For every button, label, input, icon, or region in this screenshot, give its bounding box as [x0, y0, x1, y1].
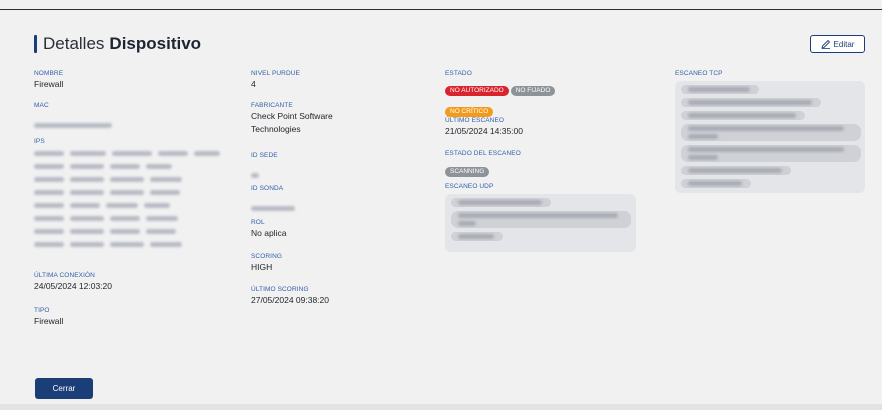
scoring-label: SCORING — [251, 253, 283, 260]
rol-value: No aplica — [251, 228, 287, 238]
title-accent-bar — [34, 35, 37, 53]
fabricante-value-line1: Check Point Software — [251, 111, 333, 121]
field-tipo: TIPO Firewall — [34, 307, 63, 326]
tcp-port-chip — [681, 179, 751, 188]
field-id-sonda: ID SONDA — [251, 185, 295, 216]
fabricante-value-line2: Technologies — [251, 124, 301, 134]
tcp-port-chip — [681, 111, 805, 120]
title-bold: Dispositivo — [109, 34, 202, 53]
close-button[interactable]: Cerrar — [35, 378, 93, 399]
ultimo-escaneo-value: 21/05/2024 14:35:00 — [445, 126, 523, 136]
tcp-port-chip — [681, 85, 759, 94]
ultimo-scoring-label: ÚLTIMO SCORING — [251, 286, 309, 293]
field-ips: IPs — [34, 138, 45, 145]
escaneo-tcp-label: ESCANEO TCP — [675, 70, 723, 77]
tcp-port-chip — [681, 124, 861, 141]
field-rol: ROL No aplica — [251, 219, 286, 238]
udp-port-chip — [451, 198, 551, 207]
id-sonda-value-redacted — [251, 198, 295, 216]
mac-label: MAC — [34, 102, 49, 109]
tipo-value: Firewall — [34, 316, 64, 326]
ultima-conexion-value: 24/05/2024 12:03:20 — [34, 281, 112, 291]
status-badge-no-autorizado: NO AUTORIZADO — [445, 86, 509, 96]
scoring-value: HIGH — [251, 262, 273, 272]
scan-status-badge: SCANNING — [445, 167, 490, 177]
ips-label: IPs — [34, 138, 45, 145]
udp-port-chip — [451, 211, 631, 228]
field-escaneo-udp: ESCANEO UDP — [445, 183, 493, 190]
tcp-port-chip — [681, 145, 861, 162]
field-ultimo-scoring: ÚLTIMO SCORING 27/05/2024 09:38:20 — [251, 286, 329, 305]
id-sonda-label: ID SONDA — [251, 185, 284, 192]
tcp-port-chip — [681, 166, 791, 175]
tcp-scan-list — [675, 81, 865, 193]
escaneo-udp-label: ESCANEO UDP — [445, 183, 494, 190]
ultimo-scoring-value: 27/05/2024 09:38:20 — [251, 295, 329, 305]
title-light: Detalles — [43, 34, 105, 53]
field-nivel-purdue: NIVEL PURDUE 4 — [251, 70, 300, 89]
bottom-divider — [0, 404, 882, 410]
nombre-label: NOMBRE — [34, 70, 64, 77]
top-divider — [0, 9, 882, 10]
field-nombre: NOMBRE Firewall — [34, 70, 63, 89]
status-badge-no-fijado: NO FIJADO — [510, 86, 556, 96]
ultimo-escaneo-label: ÚLTIMO ESCANEO — [445, 117, 505, 124]
id-sede-value-redacted — [251, 165, 278, 183]
udp-port-chip — [451, 232, 503, 241]
ultima-conexion-label: ÚLTIMA CONEXIÓN — [34, 272, 95, 279]
estado-escaneo-label: ESTADO DEL ESCANEO — [445, 150, 521, 157]
field-ultima-conexion: ÚLTIMA CONEXIÓN 24/05/2024 12:03:20 — [34, 272, 112, 291]
field-estado-escaneo: ESTADO DEL ESCANEO SCANNING — [445, 150, 521, 178]
pencil-icon — [820, 39, 830, 49]
ips-list-redacted — [34, 151, 226, 259]
tipo-label: TIPO — [34, 307, 50, 314]
nivel-purdue-value: 4 — [251, 79, 256, 89]
status-badge-no-critico: NO CRÍTICO — [445, 107, 494, 117]
edit-button-label: Editar — [833, 39, 855, 49]
nivel-purdue-label: NIVEL PURDUE — [251, 70, 300, 77]
field-fabricante: FABRICANTE Check Point Software Technolo… — [251, 102, 333, 134]
field-mac: MAC — [34, 102, 112, 133]
field-estado: ESTADO NO AUTORIZADO NO FIJADO NO CRÍTICO — [445, 70, 557, 118]
page-title: Detalles Dispositivo — [34, 34, 201, 54]
udp-scan-list — [445, 194, 636, 252]
fabricante-label: FABRICANTE — [251, 102, 293, 109]
estado-label: ESTADO — [445, 70, 472, 77]
tcp-port-chip — [681, 98, 821, 107]
field-ultimo-escaneo: ÚLTIMO ESCANEO 21/05/2024 14:35:00 — [445, 117, 523, 136]
nombre-value: Firewall — [34, 79, 64, 89]
edit-button[interactable]: Editar — [810, 35, 865, 53]
field-id-sede: ID SEDE — [251, 152, 278, 183]
id-sede-label: ID SEDE — [251, 152, 278, 159]
rol-label: ROL — [251, 219, 265, 226]
mac-value-redacted — [34, 115, 112, 133]
field-escaneo-tcp: ESCANEO TCP — [675, 70, 723, 77]
field-scoring: SCORING HIGH — [251, 253, 282, 272]
